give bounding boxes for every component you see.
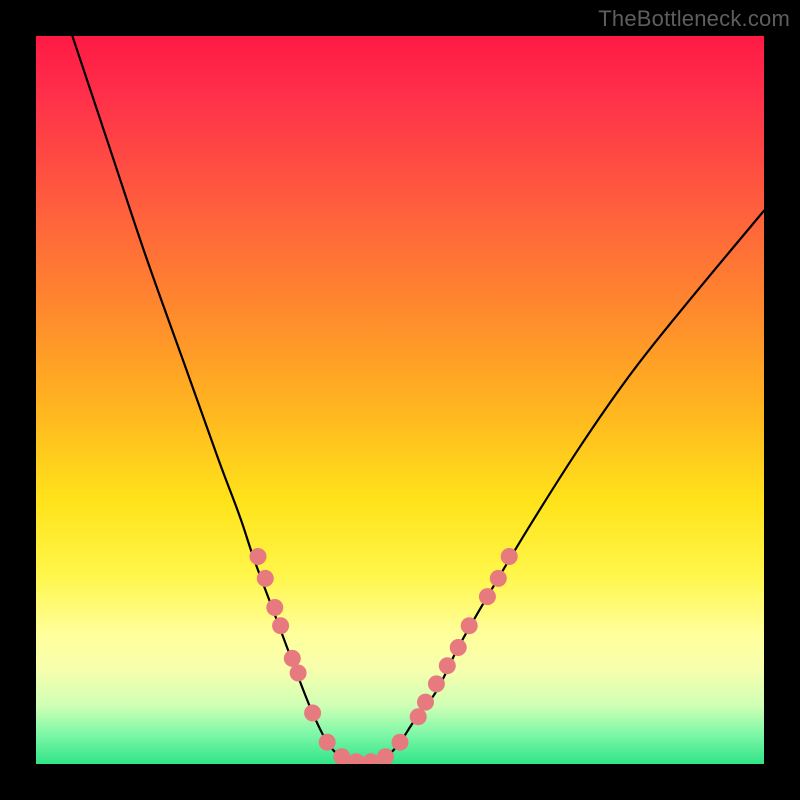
plot-area bbox=[36, 36, 764, 764]
data-point-dot bbox=[417, 694, 434, 711]
data-point-dot bbox=[272, 617, 289, 634]
data-point-dot bbox=[428, 675, 445, 692]
data-point-dot bbox=[461, 617, 478, 634]
data-point-dot bbox=[304, 705, 321, 722]
data-point-dot bbox=[266, 599, 283, 616]
data-point-dot bbox=[439, 657, 456, 674]
data-point-dot bbox=[333, 748, 350, 764]
dot-group bbox=[250, 548, 518, 764]
watermark-text: TheBottleneck.com bbox=[598, 6, 790, 32]
data-point-dot bbox=[501, 548, 518, 565]
data-point-dot bbox=[348, 753, 365, 764]
bottleneck-curve-line bbox=[72, 36, 764, 764]
outer-frame: TheBottleneck.com bbox=[0, 0, 800, 800]
data-point-dot bbox=[450, 639, 467, 656]
data-point-dot bbox=[257, 570, 274, 587]
data-point-dot bbox=[284, 650, 301, 667]
data-point-dot bbox=[362, 753, 379, 764]
data-point-dot bbox=[410, 708, 427, 725]
chart-svg bbox=[36, 36, 764, 764]
data-point-dot bbox=[290, 665, 307, 682]
data-point-dot bbox=[250, 548, 267, 565]
data-point-dot bbox=[319, 734, 336, 751]
data-point-dot bbox=[490, 570, 507, 587]
data-point-dot bbox=[392, 734, 409, 751]
data-point-dot bbox=[479, 588, 496, 605]
